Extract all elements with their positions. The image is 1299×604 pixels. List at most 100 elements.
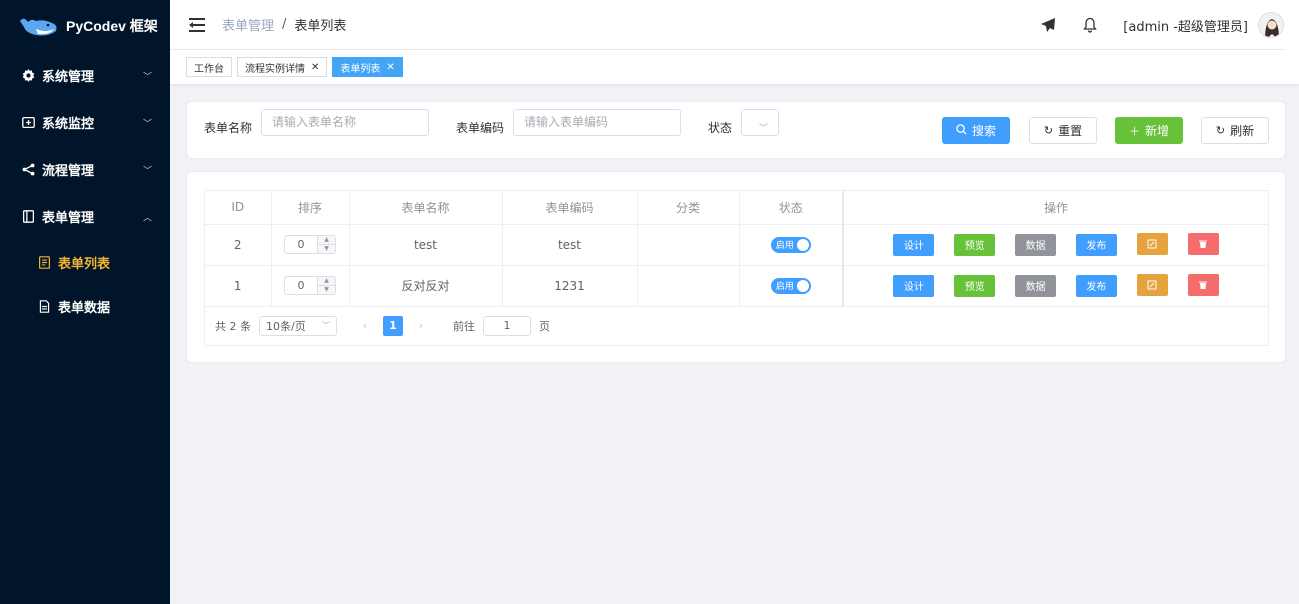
chevron-down-icon: ﹀ — [142, 119, 152, 129]
sidebar-item-forms[interactable]: 表单管理 ︿ — [0, 193, 170, 240]
monitor-icon — [21, 116, 35, 130]
data-button[interactable]: 数据 — [1015, 233, 1057, 256]
form-icon — [21, 210, 35, 224]
preview-button[interactable]: 预览 — [954, 233, 996, 256]
navbar-right: [admin -超级管理员] — [1039, 0, 1284, 50]
edit-button[interactable] — [1136, 274, 1168, 297]
send-icon[interactable] — [1039, 16, 1057, 34]
design-button[interactable]: 设计 — [893, 233, 935, 256]
plus-icon: ＋ — [1128, 124, 1140, 138]
form-code-input[interactable]: 请输入表单编码 — [513, 109, 681, 136]
status-switch[interactable]: 启用 — [770, 236, 811, 253]
sidebar-menu: 系统管理 ﹀ 系统监控 ﹀ 流程管理 ﹀ 表单管理 ︿ 表单列表 表单数据 — [0, 52, 170, 328]
whale-logo-icon — [18, 13, 60, 39]
sidebar-item-label: 系统管理 — [42, 70, 95, 85]
sidebar-subitem-label: 表单数据 — [58, 300, 111, 316]
refresh-icon: ↻ — [1215, 124, 1226, 137]
chevron-up-icon[interactable]: ▲ — [318, 277, 335, 286]
pagination-total: 共 2 条 — [215, 319, 251, 333]
switch-label: 启用 — [775, 282, 794, 292]
cell-actions: 设计 预览 数据 发布 — [842, 224, 1268, 266]
tag-form-list[interactable]: 表单列表 ✕ — [332, 57, 403, 77]
preview-button[interactable]: 预览 — [954, 274, 996, 297]
tag-workbench[interactable]: 工作台 — [186, 57, 232, 77]
chevron-down-icon: ﹀ — [142, 166, 152, 176]
form-name-input[interactable]: 请输入表单名称 — [261, 109, 429, 136]
column-header: 表单名称 — [349, 191, 503, 225]
design-button[interactable]: 设计 — [893, 274, 935, 297]
list-doc-icon — [37, 255, 51, 269]
close-icon[interactable]: ✕ — [386, 62, 394, 73]
bell-icon[interactable] — [1081, 16, 1099, 34]
column-header: ID — [205, 191, 272, 225]
chevron-up-icon[interactable]: ▲ — [318, 236, 335, 245]
add-button[interactable]: ＋ 新增 — [1115, 117, 1183, 144]
main-area: 表单管理 / 表单列表 [admin -超级管理员] 工作台 流程实例详情 ✕ … — [170, 0, 1299, 604]
refresh-button[interactable]: ↻ 刷新 — [1201, 117, 1269, 144]
cell-category — [637, 224, 740, 266]
chevron-down-icon[interactable]: ▼ — [318, 286, 335, 294]
column-header: 操作 — [842, 191, 1268, 225]
sidebar-item-system[interactable]: 系统管理 ﹀ — [0, 52, 170, 99]
avatar[interactable] — [1258, 12, 1284, 38]
next-page-button[interactable]: › — [411, 316, 431, 336]
user-name[interactable]: [admin -超级管理员] — [1123, 16, 1248, 35]
status-switch[interactable]: 启用 — [770, 277, 811, 294]
edit-icon — [1147, 239, 1157, 249]
goto-page-input[interactable]: 1 — [483, 315, 531, 336]
cell-category — [637, 265, 740, 307]
pagination: 共 2 条 10条/页 ﹀ ‹ 1 › 前往 1 页 — [205, 307, 1268, 345]
delete-button[interactable] — [1187, 233, 1219, 256]
sidebar-subitem-form-data[interactable]: 表单数据 — [0, 284, 170, 328]
edit-icon — [1147, 280, 1157, 290]
sidebar-subitem-label: 表单列表 — [58, 256, 111, 272]
page-number[interactable]: 1 — [383, 315, 403, 336]
brand-name: PyCodev 框架 — [66, 18, 158, 34]
trash-icon — [1199, 240, 1208, 249]
prev-page-button[interactable]: ‹ — [355, 316, 375, 336]
cell-id: 2 — [205, 224, 272, 266]
tag-process-instance-detail[interactable]: 流程实例详情 ✕ — [237, 57, 328, 77]
publish-button[interactable]: 发布 — [1075, 233, 1117, 256]
trash-icon — [1199, 281, 1208, 290]
close-icon[interactable]: ✕ — [311, 62, 319, 73]
column-header: 分类 — [637, 191, 740, 225]
sort-stepper[interactable]: 0 ▲ ▼ — [284, 276, 336, 295]
cell-sort: 0 ▲ ▼ — [271, 265, 350, 307]
hamburger-menu-icon[interactable] — [189, 17, 205, 32]
cell-status: 启用 — [739, 224, 844, 266]
breadcrumb-parent[interactable]: 表单管理 — [222, 15, 274, 34]
cell-status: 启用 — [739, 265, 844, 307]
brand-logo[interactable]: PyCodev 框架 — [0, 0, 170, 52]
delete-button[interactable] — [1187, 274, 1219, 297]
sidebar-item-label: 流程管理 — [42, 164, 95, 179]
chevron-down-icon[interactable]: ▼ — [318, 245, 335, 253]
reset-button-label: 重置 — [1058, 124, 1083, 138]
cell-id: 1 — [205, 265, 272, 307]
data-button[interactable]: 数据 — [1015, 274, 1057, 297]
sidebar-subitem-form-list[interactable]: 表单列表 — [0, 240, 170, 284]
edit-button[interactable] — [1136, 233, 1168, 256]
doc-icon — [37, 299, 51, 313]
column-header: 排序 — [271, 191, 350, 225]
add-button-label: 新增 — [1144, 124, 1169, 138]
search-button[interactable]: 搜索 — [942, 117, 1010, 144]
publish-button[interactable]: 发布 — [1075, 274, 1117, 297]
breadcrumb-separator: / — [282, 17, 287, 32]
status-select[interactable]: ﹀ — [741, 109, 779, 136]
cell-code: test — [502, 224, 638, 266]
cell-sort: 0 ▲ ▼ — [271, 224, 350, 266]
sort-value: 0 — [297, 279, 305, 292]
sidebar-item-workflow[interactable]: 流程管理 ﹀ — [0, 146, 170, 193]
tags-bar: 工作台 流程实例详情 ✕ 表单列表 ✕ — [170, 50, 1299, 84]
sort-stepper[interactable]: 0 ▲ ▼ — [284, 235, 336, 254]
sidebar-item-monitor[interactable]: 系统监控 ﹀ — [0, 99, 170, 146]
reset-button[interactable]: ↻ 重置 — [1029, 117, 1097, 144]
tag-label: 表单列表 — [340, 63, 381, 75]
navbar: 表单管理 / 表单列表 [admin -超级管理员] — [170, 0, 1284, 50]
page-size-select[interactable]: 10条/页 ﹀ — [259, 315, 337, 336]
cell-name: 反对反对 — [349, 265, 503, 307]
search-icon — [956, 123, 967, 138]
table-row: 1 0 ▲ ▼ 反对反对 1231 启用 设计 预览 数据 发布 — [205, 265, 1268, 307]
form-code-label: 表单编码 — [456, 121, 505, 135]
